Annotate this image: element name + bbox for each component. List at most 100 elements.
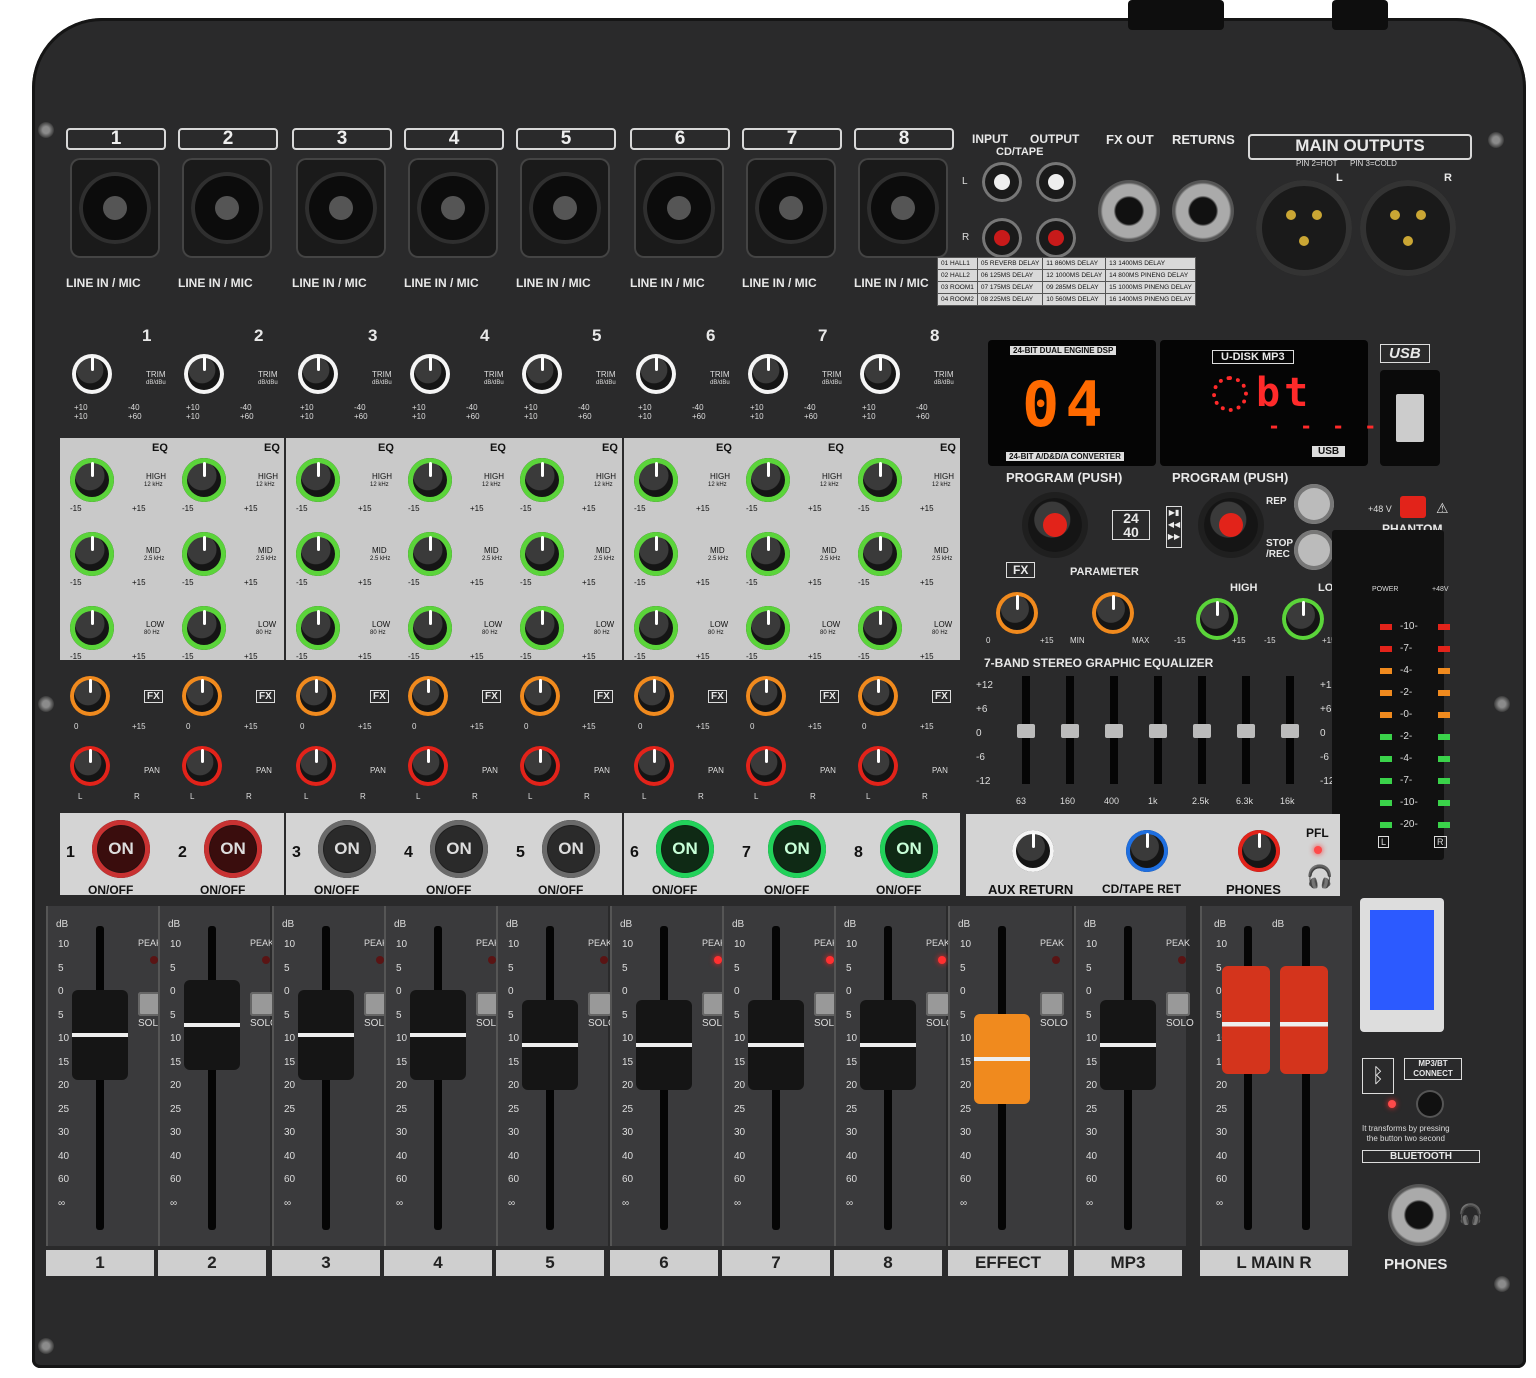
fader-cap[interactable] [974, 1014, 1030, 1104]
dsp-fx-knob[interactable] [996, 592, 1038, 634]
main-fader-r-cap[interactable] [1280, 966, 1328, 1074]
phones-knob[interactable] [1238, 830, 1280, 872]
trim-knob[interactable] [184, 354, 224, 394]
trim-knob[interactable] [72, 354, 112, 394]
solo-button[interactable] [588, 992, 612, 1016]
on-off-button[interactable]: ON [204, 820, 262, 878]
fader-cap[interactable] [72, 990, 128, 1080]
on-off-button[interactable]: ON [430, 820, 488, 878]
main-out-r-xlr[interactable] [1360, 180, 1456, 276]
fx-send-knob[interactable] [520, 676, 560, 716]
pan-knob[interactable] [408, 746, 448, 786]
eq-mid-knob[interactable] [520, 532, 564, 576]
eq-mid-knob[interactable] [296, 532, 340, 576]
fader-cap[interactable] [410, 990, 466, 1080]
eq-high-knob[interactable] [296, 458, 340, 502]
eq-mid-knob[interactable] [70, 532, 114, 576]
combo-input-jack[interactable] [182, 158, 272, 258]
pan-knob[interactable] [858, 746, 898, 786]
pan-knob[interactable] [182, 746, 222, 786]
on-off-button[interactable]: ON [656, 820, 714, 878]
geq-slider-cap[interactable] [1237, 724, 1255, 738]
eq-high-knob[interactable] [858, 458, 902, 502]
eq-low-knob[interactable] [634, 606, 678, 650]
eq-low-knob[interactable] [296, 606, 340, 650]
aux-return-knob[interactable] [1012, 830, 1054, 872]
eq-low-knob[interactable] [408, 606, 452, 650]
combo-input-jack[interactable] [746, 158, 836, 258]
eq-high-knob[interactable] [70, 458, 114, 502]
fader-cap[interactable] [860, 1000, 916, 1090]
combo-input-jack[interactable] [634, 158, 724, 258]
eq-high-knob[interactable] [182, 458, 226, 502]
combo-input-jack[interactable] [408, 158, 498, 258]
solo-button[interactable] [1166, 992, 1190, 1016]
eq-mid-knob[interactable] [634, 532, 678, 576]
bt-connect-button[interactable] [1418, 1092, 1442, 1116]
fader-cap[interactable] [636, 1000, 692, 1090]
main-out-l-xlr[interactable] [1256, 180, 1352, 276]
fader-cap[interactable] [1100, 1000, 1156, 1090]
dsp-parameter-knob[interactable] [1092, 592, 1134, 634]
solo-button[interactable] [926, 992, 950, 1016]
geq-slider-cap[interactable] [1149, 724, 1167, 738]
geq-slider-cap[interactable] [1193, 724, 1211, 738]
mp3-high-knob[interactable] [1196, 598, 1238, 640]
eq-mid-knob[interactable] [858, 532, 902, 576]
fx-send-knob[interactable] [70, 676, 110, 716]
fader-cap[interactable] [298, 990, 354, 1080]
pan-knob[interactable] [746, 746, 786, 786]
combo-input-jack[interactable] [296, 158, 386, 258]
cd-tape-output-l-jack[interactable] [1036, 162, 1076, 202]
returns-jack[interactable] [1172, 180, 1234, 242]
fader-cap[interactable] [184, 980, 240, 1070]
on-off-button[interactable]: ON [318, 820, 376, 878]
on-off-button[interactable]: ON [880, 820, 938, 878]
fx-send-knob[interactable] [858, 676, 898, 716]
eq-low-knob[interactable] [182, 606, 226, 650]
eq-mid-knob[interactable] [182, 532, 226, 576]
usb-port[interactable] [1380, 370, 1440, 466]
combo-input-jack[interactable] [520, 158, 610, 258]
geq-slider-cap[interactable] [1281, 724, 1299, 738]
power-switch[interactable] [1332, 0, 1388, 30]
solo-button[interactable] [1040, 992, 1064, 1016]
geq-slider-cap[interactable] [1105, 724, 1123, 738]
eq-low-knob[interactable] [70, 606, 114, 650]
trim-knob[interactable] [748, 354, 788, 394]
phones-jack[interactable] [1388, 1184, 1450, 1246]
fx-send-knob[interactable] [634, 676, 674, 716]
trim-knob[interactable] [298, 354, 338, 394]
cd-tape-output-r-jack[interactable] [1036, 218, 1076, 258]
fx-send-knob[interactable] [296, 676, 336, 716]
fx-send-knob[interactable] [408, 676, 448, 716]
dsp-program-knob[interactable] [1028, 498, 1082, 552]
combo-input-jack[interactable] [858, 158, 948, 258]
phantom-button[interactable] [1400, 496, 1426, 518]
on-off-button[interactable]: ON [768, 820, 826, 878]
fx-send-knob[interactable] [182, 676, 222, 716]
fx-send-knob[interactable] [746, 676, 786, 716]
cd-tape-input-r-jack[interactable] [982, 218, 1022, 258]
eq-low-knob[interactable] [746, 606, 790, 650]
eq-high-knob[interactable] [634, 458, 678, 502]
eq-low-knob[interactable] [858, 606, 902, 650]
pan-knob[interactable] [520, 746, 560, 786]
geq-slider-cap[interactable] [1061, 724, 1079, 738]
solo-button[interactable] [250, 992, 274, 1016]
eq-mid-knob[interactable] [746, 532, 790, 576]
cd-tape-input-l-jack[interactable] [982, 162, 1022, 202]
stop-rec-button[interactable] [1294, 530, 1334, 570]
main-fader-l-cap[interactable] [1222, 966, 1270, 1074]
fx-out-jack[interactable] [1098, 180, 1160, 242]
cd-tape-ret-knob[interactable] [1126, 830, 1168, 872]
eq-high-knob[interactable] [408, 458, 452, 502]
combo-input-jack[interactable] [70, 158, 160, 258]
on-off-button[interactable]: ON [542, 820, 600, 878]
eq-low-knob[interactable] [520, 606, 564, 650]
fader-cap[interactable] [748, 1000, 804, 1090]
mp3-program-knob[interactable] [1204, 498, 1258, 552]
on-off-button[interactable]: ON [92, 820, 150, 878]
trim-knob[interactable] [410, 354, 450, 394]
pan-knob[interactable] [296, 746, 336, 786]
